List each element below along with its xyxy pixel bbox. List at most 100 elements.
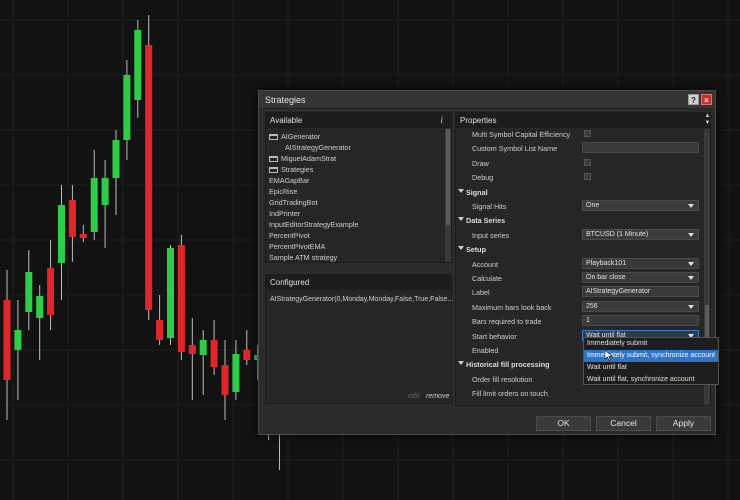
property-label: Enabled — [472, 346, 499, 355]
property-row: Signal Hits One — [456, 199, 703, 213]
property-label: Input series — [472, 230, 510, 240]
edit-link[interactable]: edit — [408, 393, 419, 400]
available-item[interactable]: InputEditorStrategyExample — [266, 219, 442, 230]
mouse-cursor-icon — [605, 350, 613, 361]
available-item-label: EpicRise — [269, 187, 298, 196]
available-list: AIGenerator AIStrategyGenerator MiguelAdam… — [266, 131, 442, 263]
property-label: Order fill resolution — [472, 374, 533, 384]
available-item-label: Sample ATM strategy — [269, 253, 338, 262]
property-dropdown[interactable]: BTCUSD (1 Minute) — [582, 228, 699, 240]
property-dropdown[interactable]: Playback101 — [582, 257, 699, 269]
available-item[interactable]: PercentPivotEMA — [266, 241, 442, 252]
available-header: Available i — [266, 113, 451, 128]
property-row: Draw — [456, 156, 703, 170]
bearish-candle — [243, 350, 251, 360]
property-section: Signal — [456, 185, 703, 199]
apply-button[interactable]: Apply — [656, 416, 711, 431]
bearish-candle — [145, 45, 153, 310]
available-item[interactable]: PercentPivot — [266, 230, 442, 241]
property-row: Bars required to trade 1 — [456, 314, 703, 328]
property-checkbox[interactable] — [584, 173, 591, 181]
start-behavior-option[interactable]: Wait until flat — [584, 362, 718, 374]
available-item-label: EMAGapBar — [269, 176, 310, 185]
property-label: Calculate — [472, 274, 502, 283]
bullish-candle — [112, 140, 120, 178]
available-item[interactable]: GridTradingBot — [266, 197, 442, 208]
property-row: Custom Symbol List Name — [456, 141, 703, 155]
available-item[interactable]: EpicRise — [266, 186, 442, 197]
start-behavior-option[interactable]: Immediately submit — [584, 338, 718, 350]
bearish-candle — [210, 340, 218, 367]
property-section: Data Series — [456, 213, 703, 227]
property-row: Fill limit orders on touch — [456, 386, 703, 400]
property-dropdown[interactable]: 256 — [582, 300, 699, 312]
dialog-title: Strategies — [265, 95, 306, 105]
available-item[interactable]: Sample ATM strategy — [266, 252, 442, 263]
candles-group — [3, 15, 283, 470]
section-label: Data Series — [466, 216, 506, 226]
bullish-candle — [199, 340, 207, 355]
scroll-arrows-icon[interactable]: ▲ ▼ — [704, 113, 710, 128]
properties-header: Properties — [456, 113, 710, 128]
property-input[interactable] — [582, 142, 699, 154]
property-label: Maximum bars look back — [472, 302, 552, 312]
collapse-caret-icon[interactable] — [458, 188, 464, 193]
available-item[interactable]: Strategies — [266, 164, 442, 175]
property-label: Start behavior — [472, 331, 517, 341]
collapse-caret-icon[interactable] — [458, 361, 464, 366]
available-item[interactable]: AIGenerator — [266, 131, 442, 142]
bullish-candle — [134, 30, 142, 100]
properties-title: Properties — [460, 116, 497, 125]
available-item-label: PercentPivotEMA — [269, 242, 326, 251]
help-icon[interactable]: ? — [688, 94, 699, 105]
bearish-candle — [47, 268, 55, 315]
property-label: Multi Symbol Capital Efficiency — [472, 130, 571, 139]
cancel-button[interactable]: Cancel — [596, 416, 651, 431]
property-label: Debug — [472, 173, 494, 183]
collapse-caret-icon[interactable] — [458, 246, 464, 251]
bullish-candle — [90, 178, 98, 232]
close-icon[interactable]: × — [701, 94, 712, 105]
property-checkbox[interactable] — [584, 130, 591, 137]
configured-title: Configured — [270, 278, 310, 287]
bullish-candle — [14, 330, 22, 350]
property-input[interactable]: 1 — [582, 315, 699, 327]
bullish-candle — [167, 248, 174, 338]
bearish-candle — [188, 345, 196, 354]
property-row: Account Playback101 — [456, 257, 703, 271]
folder-icon — [269, 167, 278, 173]
bullish-candle — [101, 178, 109, 205]
property-label: Fill limit orders on touch — [472, 389, 548, 399]
available-item[interactable]: AIStrategyGenerator — [266, 142, 442, 153]
available-item[interactable]: MiguelAdamStrat — [266, 153, 442, 164]
available-scrollbar[interactable] — [445, 129, 451, 262]
available-item[interactable]: IndPrinter — [266, 208, 442, 219]
bearish-candle — [177, 245, 185, 352]
property-row: Debug — [456, 170, 703, 184]
folder-icon — [269, 134, 278, 140]
bearish-candle — [156, 320, 164, 340]
start-behavior-dropdown-list: Immediately submit Immediately submit, sy… — [583, 337, 719, 385]
collapse-caret-icon[interactable] — [458, 217, 464, 222]
property-dropdown[interactable]: One — [582, 200, 699, 211]
info-icon[interactable]: i — [440, 115, 443, 125]
section-label: Historical fill processing — [466, 360, 550, 370]
property-checkbox[interactable] — [584, 158, 591, 166]
configured-item[interactable]: AIStrategyGenerator(0,Monday,Monday,Fals… — [270, 296, 453, 303]
dialog-titlebar: Strategies ? × — [259, 91, 715, 109]
remove-link[interactable]: remove — [426, 393, 449, 400]
available-scroll-thumb[interactable] — [446, 129, 450, 225]
property-label: Draw — [472, 158, 489, 168]
start-behavior-option[interactable]: Wait until flat, synchronize account — [584, 374, 718, 386]
property-row: Input series BTCUSD (1 Minute) — [456, 228, 703, 242]
property-input[interactable]: AIStrategyGenerator — [582, 286, 699, 298]
bullish-candle — [232, 354, 240, 392]
property-row: Calculate On bar close — [456, 271, 703, 285]
folder-icon — [269, 156, 278, 162]
property-label: Bars required to trade — [472, 317, 542, 327]
available-item[interactable]: EMAGapBar — [266, 175, 442, 186]
available-item-label: PercentPivot — [269, 231, 310, 240]
ok-button[interactable]: OK — [536, 416, 591, 431]
property-dropdown[interactable]: On bar close — [582, 272, 699, 283]
configured-header: Configured — [266, 275, 451, 290]
